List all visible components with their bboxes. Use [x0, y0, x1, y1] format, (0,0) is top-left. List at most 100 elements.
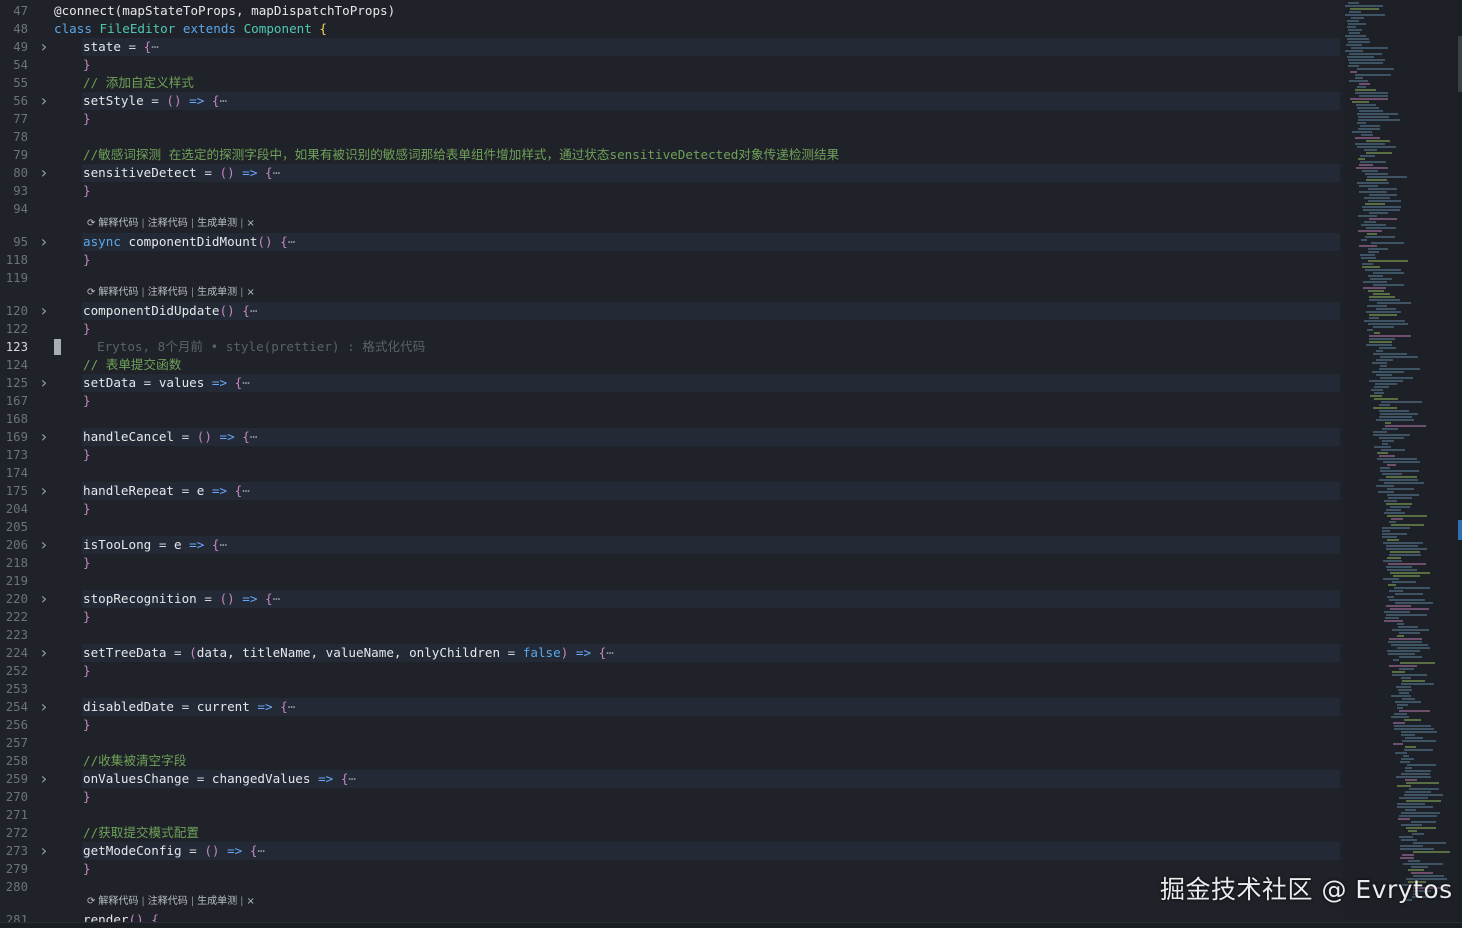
code-line[interactable]: 55 // 添加自定义样式: [0, 74, 1340, 92]
code-line[interactable]: 206 › isTooLong = e => {⋯: [0, 536, 1340, 554]
code-line[interactable]: 223: [0, 626, 1340, 644]
minimap-line: [1357, 107, 1379, 109]
minimap-line: [1348, 2, 1359, 4]
code-line[interactable]: 259 › onValuesChange = changedValues => {⋯: [0, 770, 1340, 788]
code-line[interactable]: 168: [0, 410, 1340, 428]
code-line[interactable]: 224 › setTreeData = (data, titleName, valu…: [0, 644, 1340, 662]
fold-chevron-icon[interactable]: ›: [38, 590, 50, 608]
code-line[interactable]: 124 // 表单提交函数: [0, 356, 1340, 374]
code-line[interactable]: 220 › stopRecognition = () => {⋯: [0, 590, 1340, 608]
code-line[interactable]: 95 › async componentDidMount() {⋯: [0, 233, 1340, 251]
minimap-line: [1391, 695, 1411, 697]
codelens-action-comment[interactable]: 注释代码: [148, 896, 188, 907]
codelens-action-explain[interactable]: 解释代码: [98, 896, 138, 907]
code-line[interactable]: 48 class FileEditor extends Component {: [0, 20, 1340, 38]
code-line[interactable]: 270}: [0, 788, 1340, 806]
code-line[interactable]: 120 › componentDidUpdate() {⋯: [0, 302, 1340, 320]
code-line[interactable]: 222}: [0, 608, 1340, 626]
close-icon[interactable]: ×: [247, 287, 255, 298]
minimap-line: [1378, 455, 1395, 457]
codelens-action-explain[interactable]: 解释代码: [98, 218, 138, 229]
code-line[interactable]: 218}: [0, 554, 1340, 572]
code-line[interactable]: 253: [0, 680, 1340, 698]
code-line[interactable]: 256}: [0, 716, 1340, 734]
fold-chevron-icon[interactable]: ›: [38, 842, 50, 860]
code-token: ⋯: [219, 537, 228, 552]
minimap-line: [1360, 257, 1377, 259]
code-line[interactable]: 169 › handleCancel = () => {⋯: [0, 428, 1340, 446]
minimap[interactable]: [1343, 0, 1457, 922]
minimap-line: [1401, 740, 1436, 742]
minimap-line: [1354, 137, 1380, 139]
code-line[interactable]: 122}: [0, 320, 1340, 338]
fold-chevron-icon[interactable]: ›: [38, 374, 50, 392]
fold-chevron-icon[interactable]: ›: [38, 233, 50, 251]
code-line[interactable]: 118}: [0, 251, 1340, 269]
line-number: 49: [13, 40, 28, 54]
minimap-line: [1405, 800, 1442, 802]
close-icon[interactable]: ×: [247, 218, 255, 229]
code-line[interactable]: 279}: [0, 860, 1340, 878]
minimap-line: [1372, 284, 1404, 286]
codelens-action-test[interactable]: 生成单测: [197, 218, 237, 229]
fold-chevron-icon[interactable]: ›: [38, 698, 50, 716]
minimap-line: [1394, 593, 1423, 595]
fold-chevron-icon[interactable]: ›: [38, 302, 50, 320]
codelens-action-comment[interactable]: 注释代码: [148, 287, 188, 298]
fold-chevron-icon[interactable]: ›: [38, 770, 50, 788]
code-token: ): [560, 645, 576, 660]
code-line[interactable]: 54}: [0, 56, 1340, 74]
fold-chevron-icon[interactable]: ›: [38, 428, 50, 446]
code-line[interactable]: 77}: [0, 110, 1340, 128]
fold-chevron-icon[interactable]: ›: [38, 482, 50, 500]
codelens-action-comment[interactable]: 注释代码: [148, 218, 188, 229]
code-line[interactable]: 167}: [0, 392, 1340, 410]
code-line[interactable]: 174: [0, 464, 1340, 482]
code-token: =: [507, 645, 523, 660]
code-line[interactable]: 49 › state = {⋯: [0, 38, 1340, 56]
code-line[interactable]: 47 @connect(mapStateToProps, mapDispatchT…: [0, 2, 1340, 20]
git-blame-annotation: Erytos, 8个月前 • style(prettier) : 格式化代码: [97, 338, 425, 356]
fold-chevron-icon[interactable]: ›: [38, 92, 50, 110]
minimap-line: [1404, 746, 1416, 748]
minimap-line: [1380, 413, 1418, 415]
line-number: 270: [5, 790, 28, 804]
code-line[interactable]: 78: [0, 128, 1340, 146]
code-line[interactable]: 56 › setStyle = () => {⋯: [0, 92, 1340, 110]
minimap-line: [1391, 671, 1406, 673]
codelens-action-explain[interactable]: 解释代码: [98, 287, 138, 298]
minimap-line: [1384, 422, 1391, 424]
code-line[interactable]: 173}: [0, 446, 1340, 464]
code-editor[interactable]: 47 @connect(mapStateToProps, mapDispatchT…: [0, 0, 1462, 928]
minimap-line: [1347, 29, 1363, 31]
vertical-scrollbar[interactable]: [1457, 0, 1462, 922]
code-line[interactable]: 79 //敏感词探测 在选定的探测字段中，如果有被识别的敏感词那给表单组件增加样式…: [0, 146, 1340, 164]
codelens-action-test[interactable]: 生成单测: [197, 287, 237, 298]
code-line[interactable]: 257: [0, 734, 1340, 752]
fold-chevron-icon[interactable]: ›: [38, 164, 50, 182]
code-line[interactable]: 273 › getModeConfig = () => {⋯: [0, 842, 1340, 860]
minimap-line: [1361, 170, 1378, 172]
code-line[interactable]: 125 › setData = values => {⋯: [0, 374, 1340, 392]
code-line[interactable]: 272 //获取提交模式配置: [0, 824, 1340, 842]
code-line[interactable]: 205: [0, 518, 1340, 536]
code-line[interactable]: 93}: [0, 182, 1340, 200]
fold-chevron-icon[interactable]: ›: [38, 644, 50, 662]
codelens-action-test[interactable]: 生成单测: [197, 896, 237, 907]
code-line[interactable]: 175 › handleRepeat = e => {⋯: [0, 482, 1340, 500]
fold-chevron-icon[interactable]: ›: [38, 536, 50, 554]
minimap-line: [1363, 197, 1391, 199]
code-line[interactable]: 204}: [0, 500, 1340, 518]
close-icon[interactable]: ×: [247, 896, 255, 907]
code-line[interactable]: 219: [0, 572, 1340, 590]
code-line[interactable]: 123 Erytos, 8个月前 • style(prettier) : 格式化代…: [0, 338, 1340, 356]
fold-chevron-icon[interactable]: ›: [38, 38, 50, 56]
minimap-line: [1368, 296, 1395, 298]
code-line[interactable]: 258 //收集被清空字段: [0, 752, 1340, 770]
code-line[interactable]: 254 › disabledDate = current => {⋯: [0, 698, 1340, 716]
scrollbar-thumb[interactable]: [1458, 36, 1462, 92]
code-line[interactable]: 271: [0, 806, 1340, 824]
code-line[interactable]: 252}: [0, 662, 1340, 680]
code-token: async: [83, 234, 129, 249]
code-line[interactable]: 80 › sensitiveDetect = () => {⋯: [0, 164, 1340, 182]
